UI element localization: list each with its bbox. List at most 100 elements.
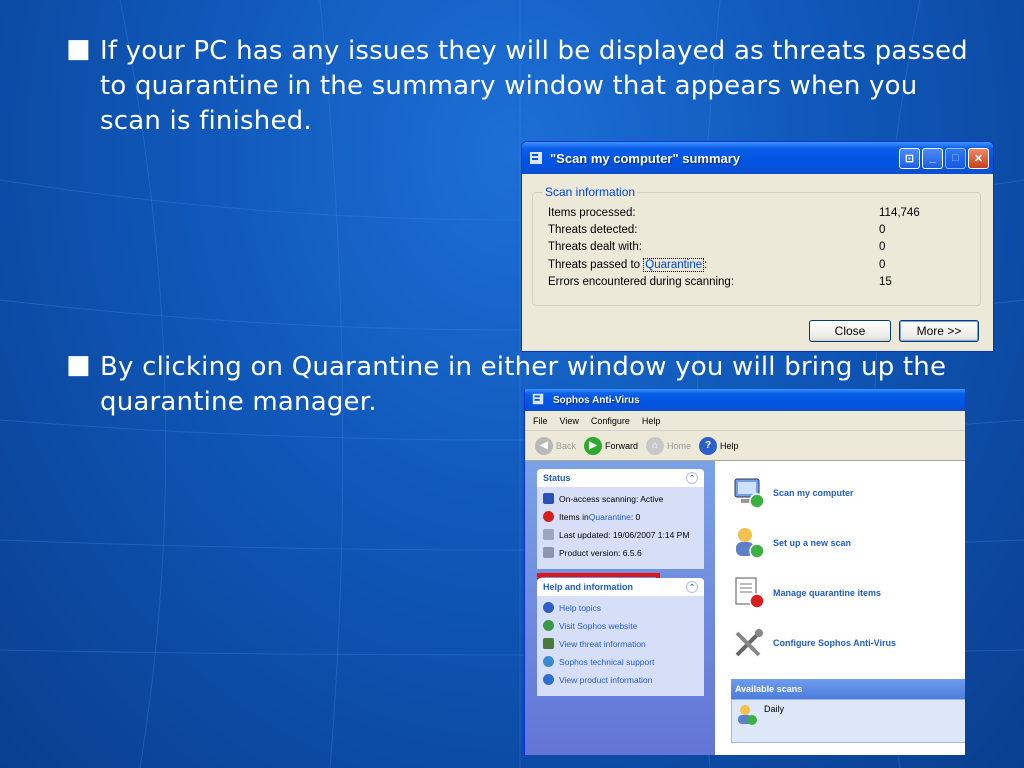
errors-label: Errors encountered during scanning: bbox=[548, 276, 735, 288]
help-link[interactable]: Help topics bbox=[543, 602, 601, 613]
back-button[interactable]: ◀ Back bbox=[535, 436, 577, 455]
maximize-button[interactable]: □ bbox=[945, 147, 966, 169]
app-icon bbox=[531, 392, 547, 408]
status-item: Items in Quarantine: 0 bbox=[543, 511, 640, 522]
available-scans-list: Daily bbox=[731, 699, 965, 743]
help-link-label: Sophos technical support bbox=[559, 656, 655, 667]
items-processed-value: 114,746 bbox=[879, 207, 920, 219]
support-icon bbox=[543, 656, 554, 667]
scheduled-scan-icon bbox=[738, 705, 757, 725]
title-bar[interactable]: Sophos Anti-Virus bbox=[525, 389, 965, 411]
forward-arrow-icon: ▶ bbox=[584, 436, 603, 455]
task-pane: Status ⌃ On-access scanning: Active Item… bbox=[525, 461, 715, 755]
task-label: Scan my computer bbox=[773, 488, 854, 498]
help-link-label: Visit Sophos website bbox=[559, 620, 638, 631]
task-label: Manage quarantine items bbox=[773, 588, 882, 598]
app-icon bbox=[528, 150, 544, 166]
forward-label: Forward bbox=[605, 440, 639, 451]
label-suffix: : bbox=[704, 259, 708, 271]
help-link[interactable]: Sophos technical support bbox=[543, 656, 654, 667]
update-icon bbox=[543, 529, 554, 540]
bullet-marker: ■ bbox=[66, 350, 91, 380]
help-panel-header[interactable]: Help and information ⌃ bbox=[537, 578, 704, 596]
quarantine-doc-icon bbox=[735, 577, 765, 609]
more-button[interactable]: More >> bbox=[899, 320, 979, 342]
help-link-label: Help topics bbox=[559, 602, 602, 613]
help-panel-title: Help and information bbox=[543, 582, 633, 592]
help-link-label: View threat information bbox=[559, 638, 646, 649]
menu-file[interactable]: File bbox=[533, 416, 548, 426]
help-topics-icon bbox=[543, 602, 554, 613]
window-title: Sophos Anti-Virus bbox=[553, 394, 640, 406]
computer-scan-icon bbox=[734, 478, 765, 509]
task-label: Configure Sophos Anti-Virus bbox=[773, 638, 896, 648]
menu-help[interactable]: Help bbox=[642, 416, 661, 426]
back-label: Back bbox=[556, 440, 577, 451]
home-button[interactable]: ⌂ Home bbox=[646, 436, 692, 455]
threat-info-icon bbox=[543, 638, 554, 649]
menu-configure[interactable]: Configure bbox=[591, 416, 630, 426]
help-icon: ? bbox=[699, 436, 718, 455]
configure-sophos-task[interactable]: Configure Sophos Anti-Virus bbox=[731, 625, 896, 661]
status-panel-header[interactable]: Status ⌃ bbox=[537, 469, 704, 487]
menu-view[interactable]: View bbox=[560, 416, 579, 426]
new-scan-icon bbox=[736, 528, 765, 559]
quarantine-link[interactable]: Quarantine bbox=[589, 512, 631, 522]
label-prefix: Threats passed to bbox=[548, 259, 644, 271]
scan-item[interactable]: Daily bbox=[736, 704, 784, 726]
threats-quarantine-label: Threats passed to Quarantine: bbox=[548, 258, 708, 272]
help-panel: Help and information ⌃ Help topics Visit… bbox=[537, 578, 704, 696]
status-item: Product version: 6.5.6 bbox=[543, 547, 642, 558]
home-icon: ⌂ bbox=[646, 436, 665, 455]
quarantine-icon bbox=[543, 511, 554, 522]
scan-summary-window: "Scan my computer" summary ⊡ _ □ ✕ Scan … bbox=[521, 141, 994, 352]
group-label: Scan information bbox=[543, 185, 638, 199]
window-title: "Scan my computer" summary bbox=[550, 150, 741, 166]
help-link[interactable]: Visit Sophos website bbox=[543, 620, 637, 631]
threats-dealt-label: Threats dealt with: bbox=[548, 241, 642, 253]
quarantine-link[interactable]: Quarantine bbox=[643, 258, 705, 272]
threats-quarantine-value: 0 bbox=[879, 259, 886, 271]
help-link[interactable]: View threat information bbox=[543, 638, 646, 649]
help-button[interactable]: ? Help bbox=[699, 436, 739, 455]
threats-detected-value: 0 bbox=[879, 224, 886, 236]
help-link-label: View product information bbox=[559, 674, 653, 685]
sophos-antivirus-window: Sophos Anti-Virus File View Configure He… bbox=[524, 389, 965, 755]
minimize-button[interactable]: _ bbox=[922, 147, 943, 169]
shield-icon bbox=[543, 493, 554, 504]
errors-value: 15 bbox=[879, 276, 892, 288]
threats-dealt-value: 0 bbox=[879, 241, 886, 253]
bullet-marker: ■ bbox=[66, 34, 91, 64]
status-suffix: : 0 bbox=[630, 511, 641, 522]
scan-my-computer-task[interactable]: Scan my computer bbox=[731, 475, 854, 511]
close-button[interactable]: Close bbox=[809, 320, 891, 342]
status-title: Status bbox=[543, 473, 571, 483]
status-prefix: Items in bbox=[559, 511, 589, 522]
close-icon[interactable]: ✕ bbox=[968, 147, 989, 169]
home-label: Home bbox=[667, 440, 692, 451]
collapse-icon[interactable]: ⌃ bbox=[686, 581, 698, 593]
help-link[interactable]: View product information bbox=[543, 674, 652, 685]
status-item: On-access scanning: Active bbox=[543, 493, 663, 504]
status-text: Product version: 6.5.6 bbox=[559, 547, 642, 558]
status-text: On-access scanning: Active bbox=[559, 493, 664, 504]
set-up-new-scan-task[interactable]: Set up a new scan bbox=[731, 525, 851, 561]
main-pane: Scan my computer Set up a new scan Manag… bbox=[715, 461, 965, 755]
tools-icon bbox=[735, 629, 763, 657]
collapse-icon[interactable]: ⌃ bbox=[686, 472, 698, 484]
bullet-text-1: If your PC has any issues they will be d… bbox=[100, 36, 968, 136]
status-panel: Status ⌃ On-access scanning: Active Item… bbox=[537, 469, 704, 569]
globe-icon bbox=[543, 620, 554, 631]
manage-quarantine-task[interactable]: Manage quarantine items bbox=[731, 575, 881, 611]
menu-bar: File View Configure Help bbox=[525, 411, 965, 431]
restore-icon[interactable]: ⊡ bbox=[899, 147, 920, 169]
version-icon bbox=[543, 547, 554, 558]
title-bar[interactable]: "Scan my computer" summary ⊡ _ □ ✕ bbox=[522, 142, 993, 174]
info-icon bbox=[543, 674, 554, 685]
scan-name: Daily bbox=[764, 704, 785, 714]
task-label: Set up a new scan bbox=[773, 538, 852, 548]
scan-information-group: Scan information Items processed: 114,74… bbox=[532, 185, 981, 306]
status-item: Last updated: 19/06/2007 1:14 PM bbox=[543, 529, 689, 540]
forward-button[interactable]: ▶ Forward bbox=[584, 436, 639, 455]
back-arrow-icon: ◀ bbox=[535, 436, 553, 455]
